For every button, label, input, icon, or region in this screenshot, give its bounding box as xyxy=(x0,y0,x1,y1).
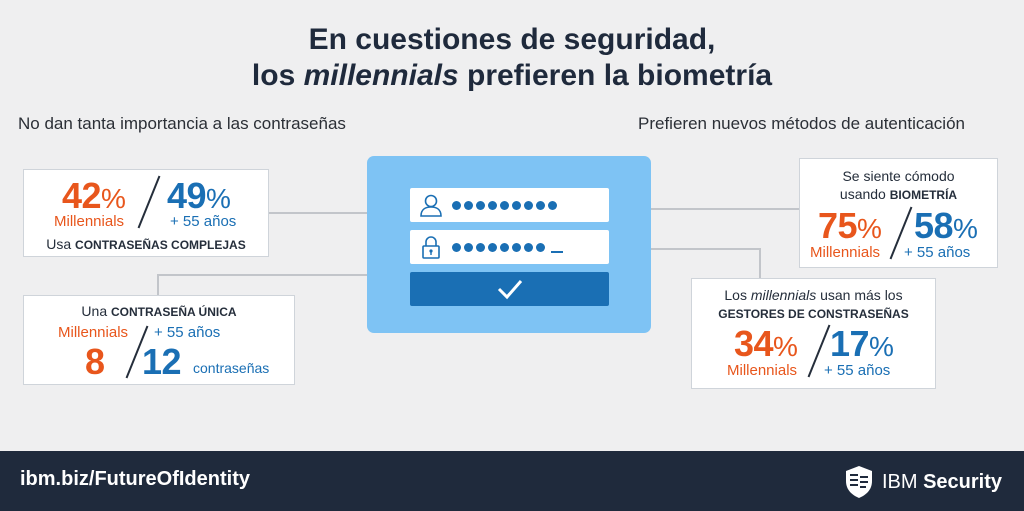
connector-line xyxy=(268,212,368,214)
footer-bar: ibm.biz/FutureOfIdentity IBM Security xyxy=(0,451,1024,511)
millennials-label: Millennials xyxy=(58,324,129,341)
right-section-heading: Prefieren nuevos métodos de autenticació… xyxy=(638,114,965,133)
title-line-2: los millennials prefieren la biometría xyxy=(251,59,773,92)
password-field xyxy=(410,230,609,264)
mask-dot xyxy=(500,200,509,210)
mask-dot xyxy=(452,242,461,252)
card-caption: Usa CONTRASEÑAS COMPLEJAS xyxy=(46,236,246,252)
over-55-label: + 55 años xyxy=(904,244,971,261)
page-title: En cuestiones de seguridad, los millenni… xyxy=(0,22,1024,94)
brand-name: IBM Security xyxy=(881,470,1002,493)
stat-card-single-password: Una CONTRASEÑA ÚNICA Millennials + 55 añ… xyxy=(23,295,295,385)
username-field xyxy=(410,188,609,222)
card-caption: Una CONTRASEÑA ÚNICA xyxy=(81,303,237,319)
check-icon xyxy=(496,278,524,300)
millennials-value: 42% xyxy=(62,175,126,216)
divider-slash xyxy=(137,175,161,229)
mask-dot xyxy=(476,200,485,210)
stat-card-complex-passwords: 42% Millennials 49% + 55 años Usa CONTRA… xyxy=(23,169,269,257)
shield-logo-icon xyxy=(844,465,874,499)
card-caption: Se siente cómodo usando BIOMETRÍA xyxy=(839,168,958,202)
mask-dot xyxy=(464,200,473,210)
mask-dot xyxy=(524,200,533,210)
lock-icon xyxy=(421,235,441,259)
over-55-value: 17% xyxy=(830,323,894,364)
mask-dot xyxy=(536,242,545,252)
connector-line xyxy=(157,274,159,296)
password-masked-dots xyxy=(452,242,545,252)
mask-dot xyxy=(488,200,497,210)
mask-dot xyxy=(500,242,509,252)
unit-label: contraseñas xyxy=(193,360,270,376)
millennials-value: 75% xyxy=(818,205,882,246)
over-55-label: + 55 años xyxy=(170,213,237,230)
mask-dot xyxy=(524,242,533,252)
over-55-value: 58% xyxy=(914,205,978,246)
millennials-value: 8 xyxy=(85,341,105,382)
mask-dot xyxy=(548,200,557,210)
over-55-label: + 55 años xyxy=(824,362,891,379)
millennials-value: 34% xyxy=(734,323,798,364)
connector-line xyxy=(759,248,761,278)
over-55-label: + 55 años xyxy=(154,324,221,341)
over-55-value: 12 xyxy=(142,341,182,382)
millennials-label: Millennials xyxy=(54,213,125,230)
login-illustration xyxy=(367,156,651,333)
mask-dot xyxy=(488,242,497,252)
text-cursor xyxy=(551,251,563,253)
mask-dot xyxy=(512,200,521,210)
stat-card-biometrics: Se siente cómodo usando BIOMETRÍA 75% Mi… xyxy=(799,158,998,268)
mask-dot xyxy=(464,242,473,252)
stat-card-password-managers: Los millennials usan más los GESTORES DE… xyxy=(691,278,936,389)
username-masked-dots xyxy=(452,200,557,210)
over-55-value: 49% xyxy=(167,175,231,216)
left-section-heading: No dan tanta importancia a las contraseñ… xyxy=(18,114,346,133)
title-line-1: En cuestiones de seguridad, xyxy=(308,23,716,56)
submit-button xyxy=(410,272,609,306)
millennials-label: Millennials xyxy=(727,362,798,379)
connector-line xyxy=(157,274,367,276)
user-icon xyxy=(418,192,444,218)
ibm-security-brand: IBM Security xyxy=(844,465,1002,499)
connector-line xyxy=(651,248,761,250)
mask-dot xyxy=(452,200,461,210)
mask-dot xyxy=(536,200,545,210)
mask-dot xyxy=(476,242,485,252)
footer-link[interactable]: ibm.biz/FutureOfIdentity xyxy=(20,468,250,491)
millennials-label: Millennials xyxy=(810,244,881,261)
card-caption: Los millennials usan más los GESTORES DE… xyxy=(718,287,909,321)
connector-line xyxy=(651,208,799,210)
mask-dot xyxy=(512,242,521,252)
